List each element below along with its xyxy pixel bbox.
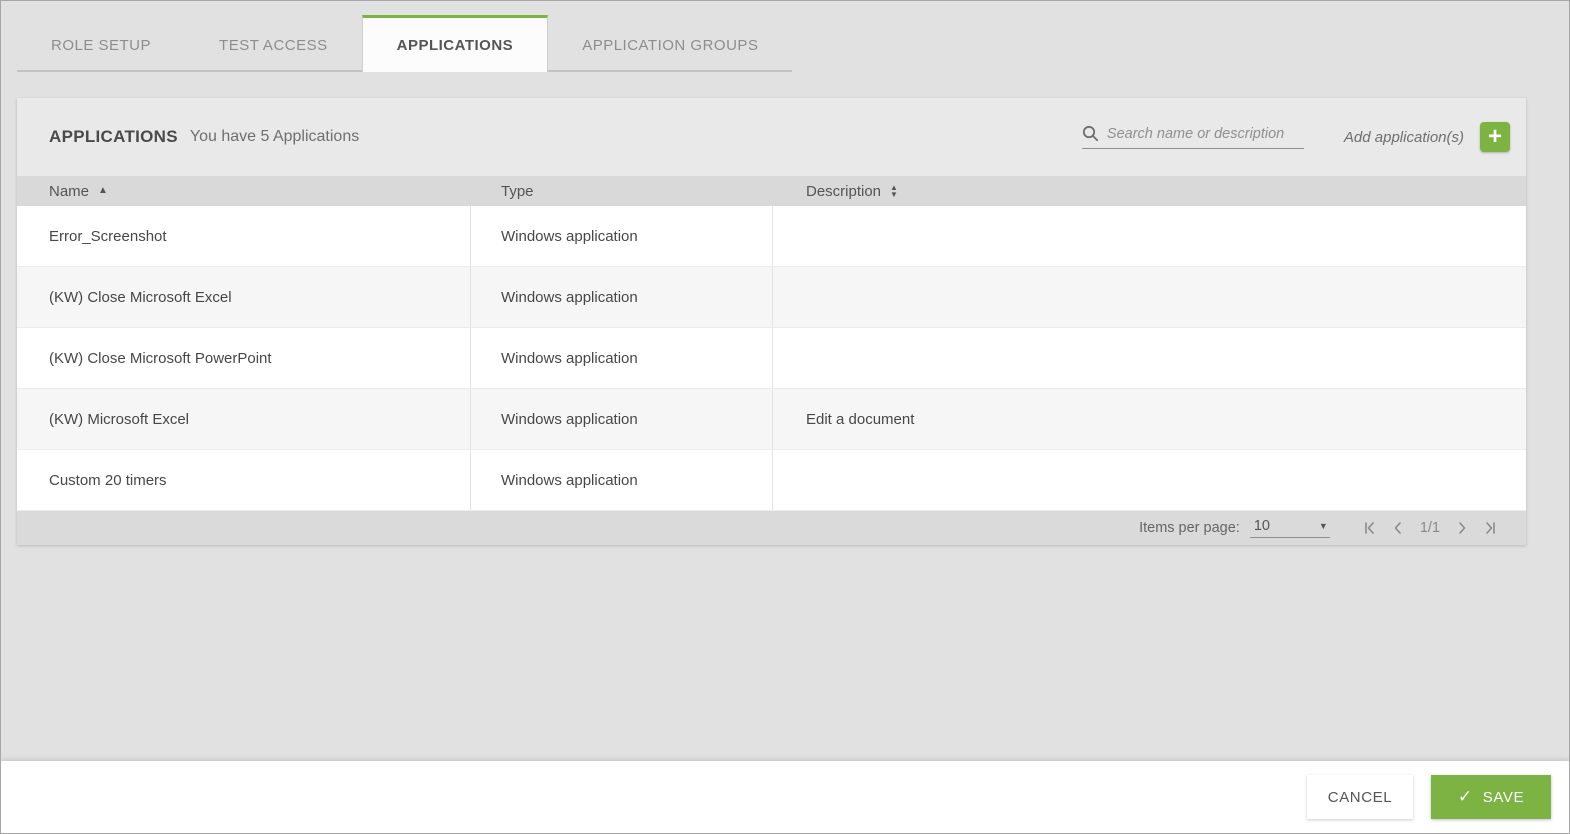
table-row[interactable]: (KW) Close Microsoft PowerPoint Windows … [17, 328, 1526, 389]
save-button-label: SAVE [1483, 789, 1524, 806]
chevron-down-icon: ▼ [1319, 521, 1328, 531]
search-box [1082, 125, 1304, 149]
table-header-row: Name ▲ Type Description ▲ ▼ [17, 176, 1526, 206]
tab-applications[interactable]: APPLICATIONS [362, 15, 549, 72]
panel-subtitle: You have 5 Applications [190, 128, 359, 146]
table-row[interactable]: (KW) Close Microsoft Excel Windows appli… [17, 267, 1526, 328]
check-icon: ✓ [1458, 787, 1473, 807]
items-per-page-label: Items per page: [1139, 520, 1240, 536]
search-input[interactable] [1107, 126, 1304, 142]
action-bar: CANCEL ✓ SAVE [1, 761, 1569, 833]
search-icon [1082, 125, 1099, 142]
tab-application-groups[interactable]: APPLICATION GROUPS [548, 20, 792, 72]
next-page-button[interactable] [1448, 516, 1476, 540]
tab-role-setup[interactable]: ROLE SETUP [17, 20, 185, 72]
cancel-button[interactable]: CANCEL [1307, 775, 1413, 819]
cell-type: Windows application [471, 450, 773, 510]
cell-name: Error_Screenshot [17, 206, 471, 266]
table-body: Error_Screenshot Windows application (KW… [17, 206, 1526, 511]
applications-panel: APPLICATIONS You have 5 Applications Add… [17, 98, 1526, 545]
panel-title: APPLICATIONS [49, 127, 178, 147]
page-indicator: 1/1 [1420, 520, 1440, 536]
panel-header: APPLICATIONS You have 5 Applications Add… [17, 98, 1526, 176]
cell-type: Windows application [471, 389, 773, 449]
cell-name: (KW) Close Microsoft PowerPoint [17, 328, 471, 388]
tab-bar: ROLE SETUP TEST ACCESS APPLICATIONS APPL… [1, 1, 1569, 72]
table-row[interactable]: Custom 20 timers Windows application [17, 450, 1526, 511]
sort-both-icon: ▲ ▼ [890, 184, 898, 198]
table-row[interactable]: Error_Screenshot Windows application [17, 206, 1526, 267]
column-label-type: Type [501, 183, 534, 200]
column-header-type[interactable]: Type [501, 183, 773, 200]
cell-name: (KW) Microsoft Excel [17, 389, 471, 449]
last-page-button[interactable] [1476, 516, 1504, 540]
previous-page-button[interactable] [1384, 516, 1412, 540]
cell-description: Edit a document [773, 411, 1526, 428]
plus-icon: + [1488, 123, 1502, 151]
first-page-button[interactable] [1356, 516, 1384, 540]
application-settings-page: ROLE SETUP TEST ACCESS APPLICATIONS APPL… [0, 0, 1570, 834]
table-row[interactable]: (KW) Microsoft Excel Windows application… [17, 389, 1526, 450]
tab-test-access[interactable]: TEST ACCESS [185, 20, 362, 72]
column-label-name: Name [49, 183, 89, 200]
cell-name: Custom 20 timers [17, 450, 471, 510]
cell-name: (KW) Close Microsoft Excel [17, 267, 471, 327]
add-application-button[interactable]: + [1480, 122, 1510, 152]
items-per-page-value: 10 [1254, 518, 1270, 534]
items-per-page-select[interactable]: 10 ▼ [1250, 518, 1330, 538]
sort-ascending-icon: ▲ [98, 186, 108, 196]
column-header-description[interactable]: Description ▲ ▼ [806, 183, 1526, 200]
cell-type: Windows application [471, 328, 773, 388]
cell-type: Windows application [471, 267, 773, 327]
add-applications-label: Add application(s) [1344, 129, 1464, 146]
table-footer: Items per page: 10 ▼ 1/1 [17, 511, 1526, 545]
column-header-name[interactable]: Name ▲ [49, 183, 471, 200]
save-button[interactable]: ✓ SAVE [1431, 775, 1551, 819]
cell-type: Windows application [471, 206, 773, 266]
column-label-description: Description [806, 183, 881, 200]
